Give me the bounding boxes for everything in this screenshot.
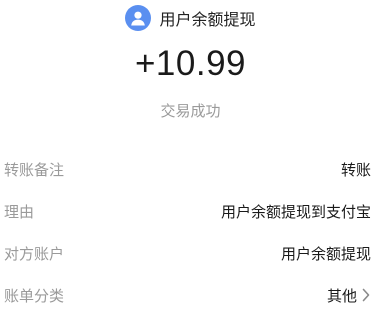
detail-list: 转账备注 转账 理由 用户余额提现到支付宝 对方账户 用户余额提现 账单分类 其…	[0, 148, 381, 316]
person-avatar-icon	[125, 5, 152, 31]
transaction-detail-page: 用户余额提现 +10.99 交易成功 转账备注 转账 理由 用户余额提现到支付宝…	[0, 0, 381, 324]
remark-label: 转账备注	[4, 160, 65, 179]
transaction-status: 交易成功	[160, 102, 221, 120]
category-label: 账单分类	[4, 286, 65, 305]
detail-row-counterparty: 对方账户 用户余额提现	[0, 232, 381, 274]
detail-row-remark: 转账备注 转账	[0, 148, 381, 190]
payer-header: 用户余额提现	[0, 4, 381, 32]
counterparty-label: 对方账户	[4, 244, 65, 263]
remark-value: 转账	[340, 160, 371, 179]
transaction-amount: +10.99	[134, 44, 247, 83]
detail-row-category[interactable]: 账单分类 其他	[0, 274, 381, 316]
reason-label: 理由	[4, 202, 35, 221]
payer-name: 用户余额提现	[159, 10, 256, 29]
counterparty-value: 用户余额提现	[280, 244, 371, 263]
reason-value: 用户余额提现到支付宝	[220, 202, 371, 221]
category-value: 其他	[326, 286, 357, 305]
detail-row-reason: 理由 用户余额提现到支付宝	[0, 190, 381, 232]
category-value-group[interactable]: 其他	[327, 285, 371, 306]
chevron-right-icon	[361, 288, 371, 302]
